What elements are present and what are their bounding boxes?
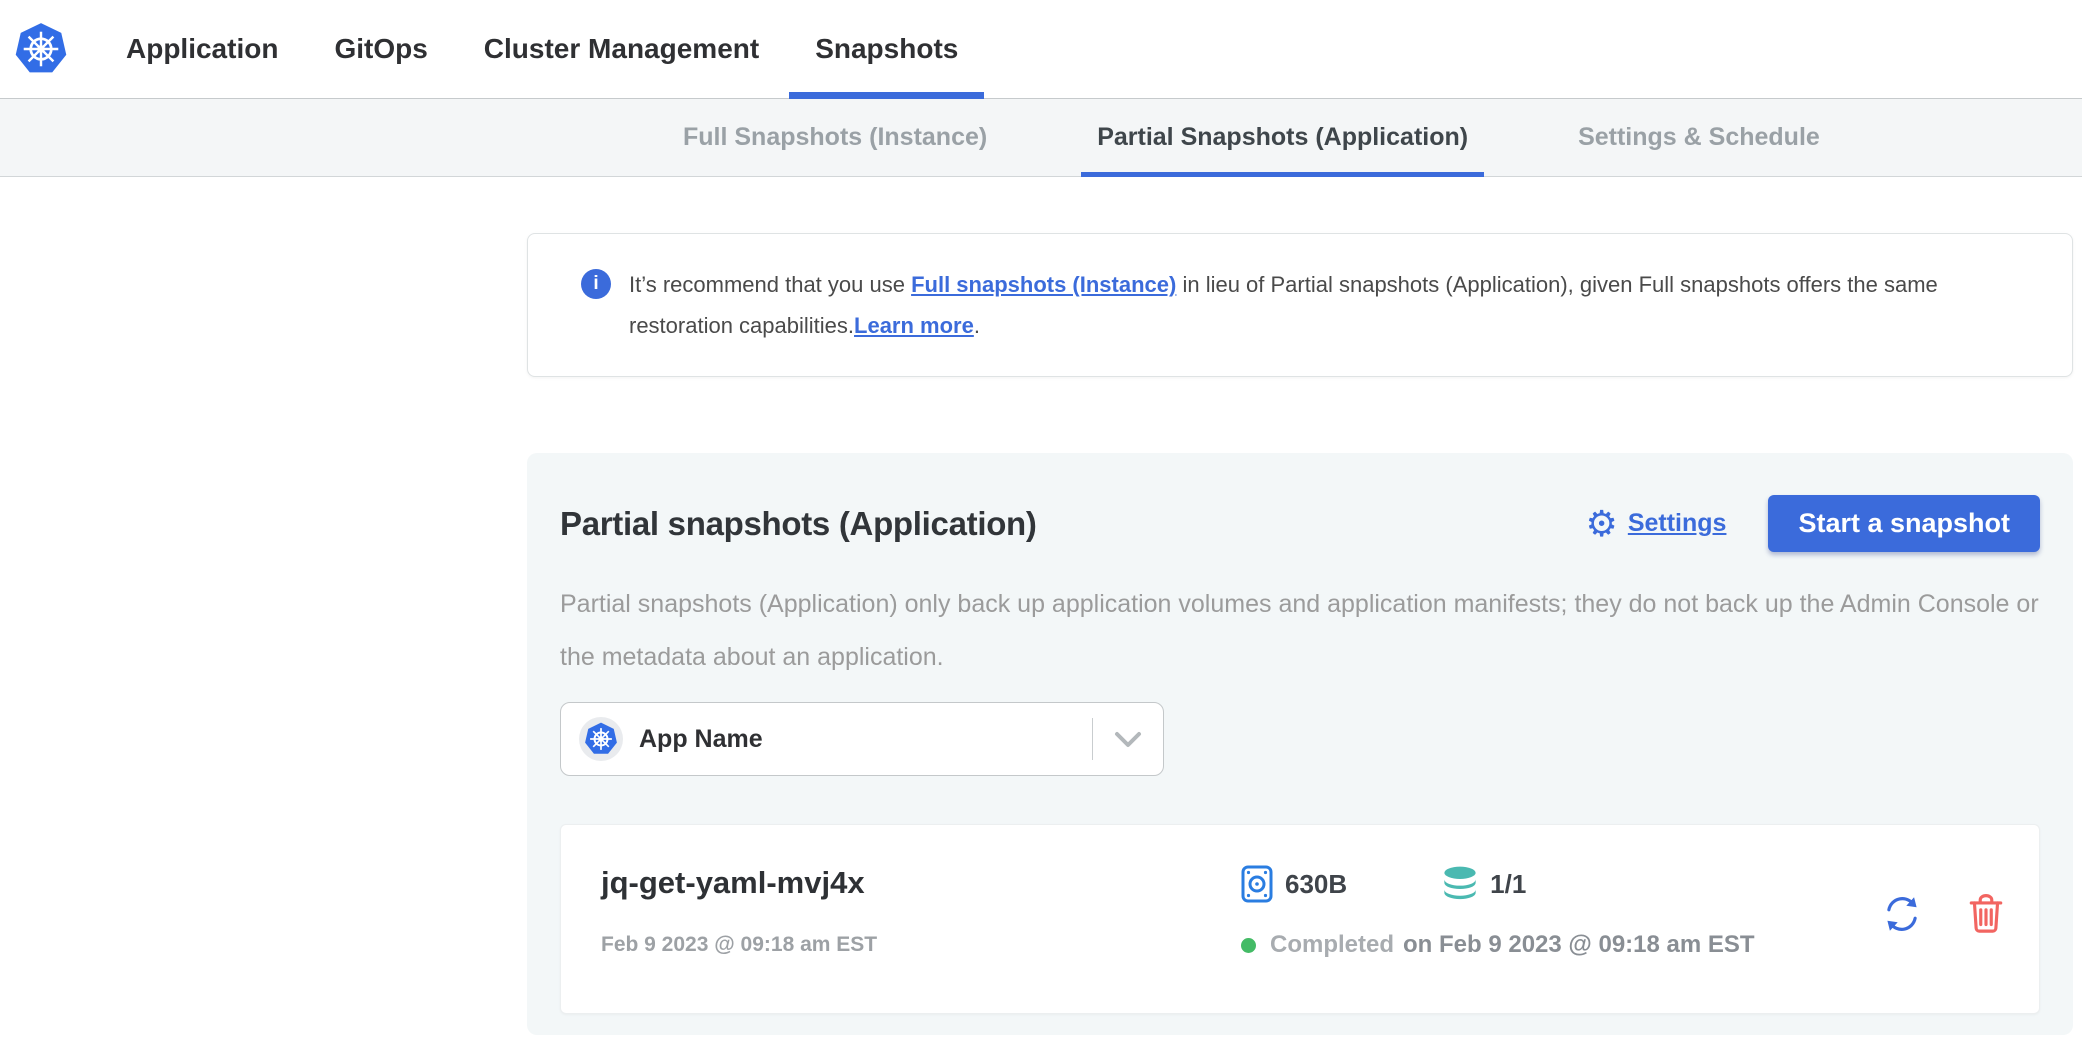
learn-more-link[interactable]: Learn more <box>854 313 974 338</box>
app-header: Application GitOps Cluster Management Sn… <box>0 0 2082 99</box>
disk-icon <box>1241 865 1273 903</box>
snapshot-actions <box>1881 893 2005 935</box>
tab-partial-snapshots[interactable]: Partial Snapshots (Application) <box>1097 99 1468 176</box>
nav-item-cluster-management[interactable]: Cluster Management <box>484 0 759 98</box>
panel-header: Partial snapshots (Application) ⚙ Settin… <box>560 495 2040 552</box>
nav-item-gitops[interactable]: GitOps <box>334 0 427 98</box>
start-snapshot-button[interactable]: Start a snapshot <box>1768 495 2040 552</box>
snapshot-volumes: 1/1 <box>1442 865 1526 903</box>
status-dot-icon <box>1241 938 1256 953</box>
full-snapshots-link[interactable]: Full snapshots (Instance) <box>911 272 1176 297</box>
app-kubernetes-icon <box>584 722 618 756</box>
app-name-dropdown[interactable]: App Name <box>560 702 1164 776</box>
info-icon: i <box>581 269 611 299</box>
restore-snapshot-button[interactable] <box>1881 893 1923 935</box>
tab-full-snapshots[interactable]: Full Snapshots (Instance) <box>683 99 987 176</box>
snapshot-created-at: Feb 9 2023 @ 09:18 am EST <box>601 933 1241 957</box>
status-timestamp: on Feb 9 2023 @ 09:18 am EST <box>1403 931 1755 959</box>
kubernetes-logo <box>0 0 68 98</box>
snapshot-name: jq-get-yaml-mvj4x <box>601 865 1241 901</box>
snapshot-volumes-label: 1/1 <box>1490 869 1526 900</box>
banner-text-before: It’s recommend that you use <box>629 272 911 297</box>
selected-app-name: App Name <box>639 725 763 754</box>
tab-settings-schedule[interactable]: Settings & Schedule <box>1578 99 1820 176</box>
snapshot-status: Completed on Feb 9 2023 @ 09:18 am EST <box>1241 931 1755 959</box>
settings-link[interactable]: ⚙ Settings <box>1586 506 1727 542</box>
snapshots-subnav: Full Snapshots (Instance) Partial Snapsh… <box>0 99 2082 177</box>
partial-snapshots-panel: Partial snapshots (Application) ⚙ Settin… <box>527 453 2073 1035</box>
app-badge <box>579 717 623 761</box>
trash-icon <box>1967 893 2005 935</box>
snapshot-size: 630B <box>1241 865 1347 903</box>
delete-snapshot-button[interactable] <box>1967 893 2005 935</box>
settings-link-label: Settings <box>1628 509 1727 538</box>
snapshot-info: jq-get-yaml-mvj4x Feb 9 2023 @ 09:18 am … <box>601 865 1241 957</box>
status-label: Completed <box>1270 931 1394 959</box>
recommendation-banner: i It’s recommend that you use Full snaps… <box>527 233 2073 377</box>
database-icon <box>1442 865 1478 903</box>
panel-description: Partial snapshots (Application) only bac… <box>560 578 2040 684</box>
nav-item-application[interactable]: Application <box>126 0 278 98</box>
primary-nav: Application GitOps Cluster Management Sn… <box>126 0 958 98</box>
snapshot-metrics: 630B 1/1 Completed on Feb 9 2023 @ 09:18… <box>1241 865 1755 959</box>
snapshot-size-label: 630B <box>1285 869 1347 900</box>
snapshot-row: jq-get-yaml-mvj4x Feb 9 2023 @ 09:18 am … <box>560 824 2040 1014</box>
banner-text-after: . <box>974 313 980 338</box>
kubernetes-logo-icon <box>14 22 68 76</box>
banner-text: It’s recommend that you use Full snapsho… <box>629 264 2022 346</box>
page-title: Partial snapshots (Application) <box>560 505 1037 543</box>
restore-icon <box>1881 893 1923 935</box>
nav-item-snapshots[interactable]: Snapshots <box>815 0 958 98</box>
panel-actions: ⚙ Settings Start a snapshot <box>1586 495 2040 552</box>
gear-icon: ⚙ <box>1586 506 1618 542</box>
chevron-down-icon[interactable] <box>1093 731 1163 748</box>
